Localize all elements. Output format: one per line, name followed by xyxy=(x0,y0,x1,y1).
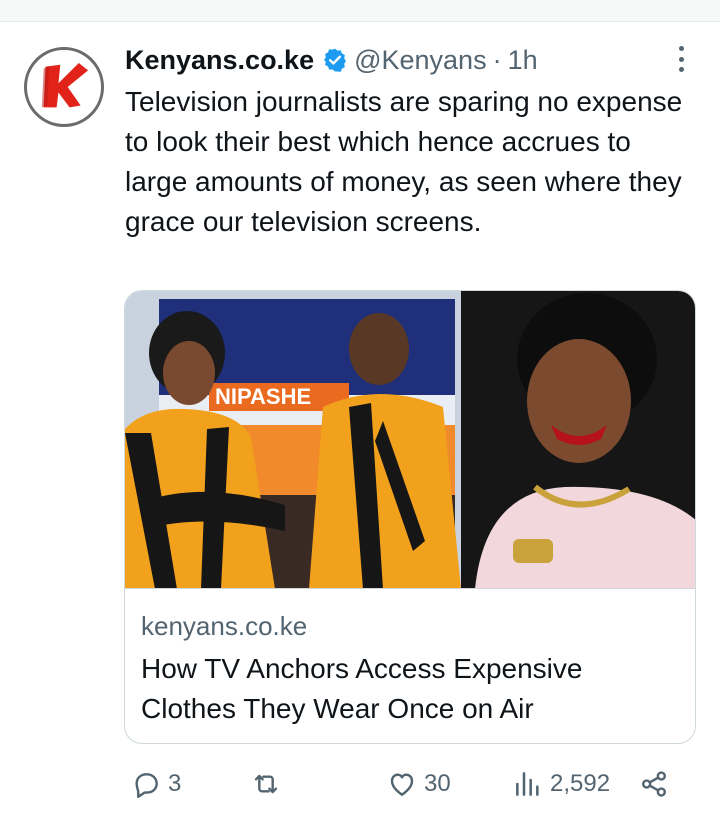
tweet-actions-bar: 3 30 2,592 xyxy=(0,760,720,808)
retweet-button[interactable] xyxy=(250,760,282,808)
author-handle[interactable]: @Kenyans xyxy=(354,45,486,76)
heart-icon xyxy=(390,773,414,796)
tweet-text: Television journalists are sparing no ex… xyxy=(125,86,683,237)
tweet-timestamp[interactable]: 1h xyxy=(508,45,538,76)
views-count: 2,592 xyxy=(550,770,611,797)
like-count: 30 xyxy=(424,770,451,797)
reply-count: 3 xyxy=(168,770,182,797)
share-icon xyxy=(642,771,666,797)
avatar-logo-graphic xyxy=(41,62,89,108)
more-options-icon[interactable] xyxy=(672,44,690,74)
like-button[interactable]: 30 xyxy=(386,760,451,808)
views-button[interactable]: 2,592 xyxy=(512,760,610,808)
tweet-header: Kenyans.co.ke @Kenyans · 1h xyxy=(125,42,538,78)
card-title: How TV Anchors Access Expensive Clothes … xyxy=(141,653,583,724)
share-button[interactable] xyxy=(638,760,670,808)
card-image: NIPASHE xyxy=(125,291,695,589)
reply-icon xyxy=(135,773,158,798)
top-divider-strip xyxy=(0,0,720,22)
kenyans-logo-icon[interactable] xyxy=(24,47,104,127)
card-image-banner: NIPASHE xyxy=(215,384,311,409)
link-card[interactable]: NIPASHE kenyans.co.ke How TV Anchors Acc… xyxy=(124,290,696,744)
card-domain: kenyans.co.ke xyxy=(141,611,308,641)
header-separator: · xyxy=(492,44,502,75)
retweet-icon xyxy=(254,774,278,794)
author-name[interactable]: Kenyans.co.ke xyxy=(125,45,314,76)
verified-badge-icon xyxy=(322,47,348,73)
reply-button[interactable]: 3 xyxy=(130,760,181,808)
analytics-icon xyxy=(516,772,539,796)
